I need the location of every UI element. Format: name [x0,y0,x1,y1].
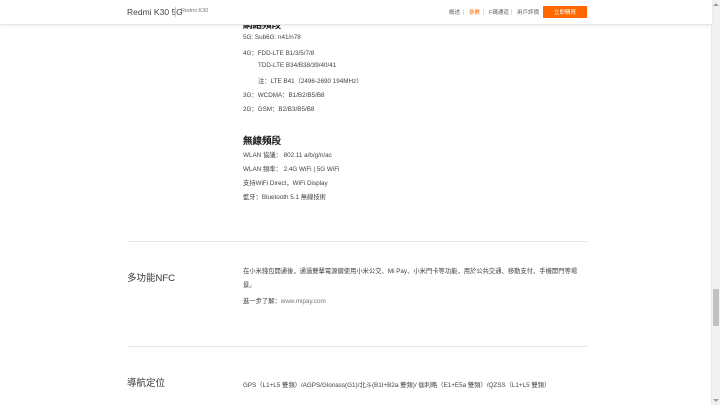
scroll-up-icon[interactable] [713,3,719,6]
section-divider [127,346,587,347]
nfc-description: 在小米錢包開通後，通過雙擊電源鍵使用小米公交、Mi Pay、小米門卡等功能，用於… [243,268,578,289]
navigation-spec: GPS（L1+L5 雙頻）/AGPS/Glonass(G1)/北斗(B1I+B2… [243,382,551,389]
spec-line: WLAN 頻率： 2.4G WiFi | 5G WiFi [243,166,340,173]
nav-overview[interactable]: 概述 [449,8,460,16]
top-nav-bar: Redmi K30 5G Redmi K30 概述 參數 F碼通道 用戶評價 立… [0,0,712,25]
nav-divider [483,9,484,15]
sub-product-name: Redmi K30 [181,8,209,14]
brand-divider [175,7,176,17]
mipay-link[interactable]: www.mipay.com [281,298,326,305]
buy-now-button[interactable]: 立即購買 [543,6,587,18]
nav-reviews[interactable]: 用戶評價 [517,8,539,16]
spec-line: 3G：WCDMA：B1/B2/B5/B8 [243,92,325,99]
nfc-section-title: 多功能NFC [127,273,176,284]
spec-line: WLAN 協議： 802.11 a/b/g/n/ac [243,152,332,159]
section-divider [127,241,587,242]
scrollbar-thumb[interactable] [713,289,719,326]
nav-divider [463,9,464,15]
nfc-more-info: 進一步了解：www.mipay.com [243,296,326,305]
spec-line: 藍牙：Bluetooth 5.1 無線技術 [243,194,326,201]
nav-fcode[interactable]: F碼通道 [489,8,509,16]
spec-line: 5G: Sub6G: n41/n78 [243,34,301,41]
spec-line: 注：LTE B41（2496-2690 194MHz） [258,78,363,85]
spec-line: 支持WiFi Direct，WiFi Display [243,180,328,187]
nav-divider [511,9,512,15]
nav-specs[interactable]: 參數 [469,8,480,16]
spec-line: TDD-LTE B34/B38/39/40/41 [258,62,337,69]
navigation-section-title: 導航定位 [127,378,166,389]
more-info-prefix: 進一步了解： [243,298,281,305]
page-scrollbar[interactable] [711,0,720,405]
spec-line: 2G：GSM：B2/B3/B5/B8 [243,106,315,113]
spec-line: 4G：FDD-LTE B1/3/5/7/8 [243,50,315,57]
scroll-down-icon[interactable] [713,399,719,402]
wireless-bands-heading: 無線頻段 [243,136,282,147]
